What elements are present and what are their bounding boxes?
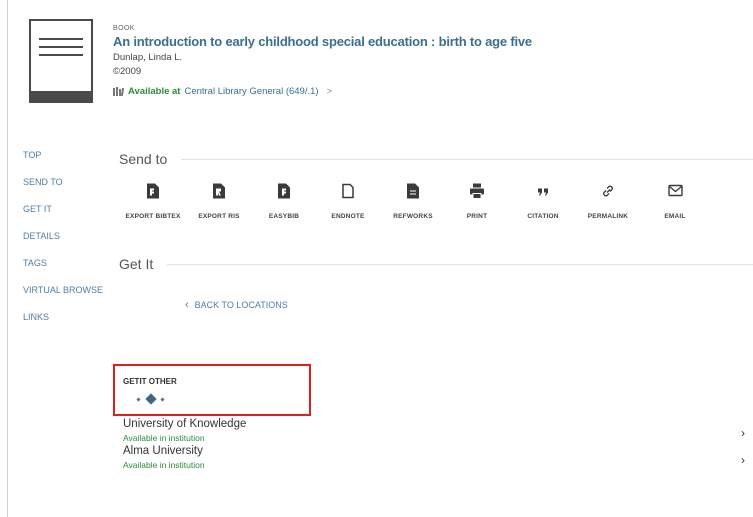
get-it-title: Get It: [119, 256, 154, 272]
record-author: Dunlap, Linda L.: [113, 52, 183, 63]
institution-status: Available in institution: [123, 460, 205, 470]
availability-line[interactable]: Available at Central Library General (64…: [113, 86, 532, 97]
getit-other-label: GETIT OTHER: [123, 377, 177, 386]
institution-name: Alma University: [123, 445, 203, 457]
send-to-title: Send to: [119, 151, 168, 167]
printer-icon: [470, 183, 484, 199]
get-it-header: Get It: [119, 256, 753, 272]
nav-item-top[interactable]: TOP: [23, 149, 103, 176]
record-title[interactable]: An introduction to early childhood speci…: [113, 34, 532, 49]
full-record-panel: BOOK An introduction to early childhood …: [7, 0, 753, 517]
endnote-icon: [342, 183, 354, 199]
nav-item-send-to[interactable]: SEND TO: [23, 176, 103, 203]
chevron-left-icon: ‹: [185, 299, 189, 311]
highlight-box: [113, 364, 311, 416]
institution-row[interactable]: University of Knowledge Available in ins…: [123, 418, 753, 443]
book-cover-icon: [29, 19, 93, 103]
record-summary: BOOK An introduction to early childhood …: [113, 25, 532, 97]
record-date: ©2009: [113, 66, 142, 77]
record-section-nav: TOP SEND TO GET IT DETAILS TAGS VIRTUAL …: [23, 149, 103, 338]
refworks-button[interactable]: REFWORKS: [378, 183, 448, 223]
back-to-locations-button[interactable]: ‹ BACK TO LOCATIONS: [185, 299, 288, 311]
back-to-locations-label: BACK TO LOCATIONS: [194, 300, 288, 310]
endnote-label: ENDNOTE: [331, 213, 365, 220]
chevron-right-icon: ›: [741, 426, 745, 440]
nav-item-links[interactable]: LINKS: [23, 311, 103, 338]
institution-status: Available in institution: [123, 433, 205, 443]
export-ris-button[interactable]: EXPORT RIS: [184, 183, 254, 223]
endnote-button[interactable]: ENDNOTE: [313, 183, 383, 223]
quote-icon: [538, 188, 548, 196]
resource-type: BOOK: [113, 25, 135, 32]
permalink-label: PERMALINK: [587, 213, 629, 220]
availability-status: Available at: [128, 86, 181, 97]
institution-name: University of Knowledge: [123, 418, 247, 430]
easybib-label: EASYBIB: [268, 213, 300, 220]
citation-button[interactable]: CITATION: [508, 183, 578, 223]
send-to-divider: [181, 158, 753, 160]
mail-icon: [667, 184, 683, 197]
export-ris-label: EXPORT RIS: [198, 213, 240, 220]
nav-item-virtual-browse[interactable]: VIRTUAL BROWSE: [23, 284, 103, 311]
availability-location: Central Library General (649/.1): [184, 86, 319, 97]
file-bibtex-icon: [147, 183, 159, 199]
chevron-right-icon: ›: [741, 453, 745, 467]
citation-label: CITATION: [527, 213, 559, 220]
get-it-divider: [167, 263, 753, 265]
email-label: EMAIL: [664, 213, 686, 220]
refworks-label: REFWORKS: [393, 213, 433, 220]
email-button[interactable]: EMAIL: [640, 183, 710, 223]
availability-arrow: >: [326, 86, 333, 97]
print-label: PRINT: [466, 213, 488, 220]
link-icon: [603, 185, 613, 197]
easybib-icon: [278, 183, 290, 199]
print-button[interactable]: PRINT: [442, 183, 512, 223]
loading-indicator-icon: [136, 393, 165, 405]
bookshelf-icon: [113, 87, 124, 96]
export-bibtex-label: EXPORT BIBTEX: [125, 213, 181, 220]
nav-item-details[interactable]: DETAILS: [23, 230, 103, 257]
send-to-header: Send to: [119, 151, 753, 167]
institution-row[interactable]: Alma University Available in institution…: [123, 445, 753, 470]
nav-item-tags[interactable]: TAGS: [23, 257, 103, 284]
nav-item-get-it[interactable]: GET IT: [23, 203, 103, 230]
refworks-icon: [407, 183, 419, 199]
export-bibtex-button[interactable]: EXPORT BIBTEX: [118, 183, 188, 223]
permalink-button[interactable]: PERMALINK: [573, 183, 643, 223]
file-ris-icon: [213, 183, 225, 199]
easybib-button[interactable]: EASYBIB: [249, 183, 319, 223]
